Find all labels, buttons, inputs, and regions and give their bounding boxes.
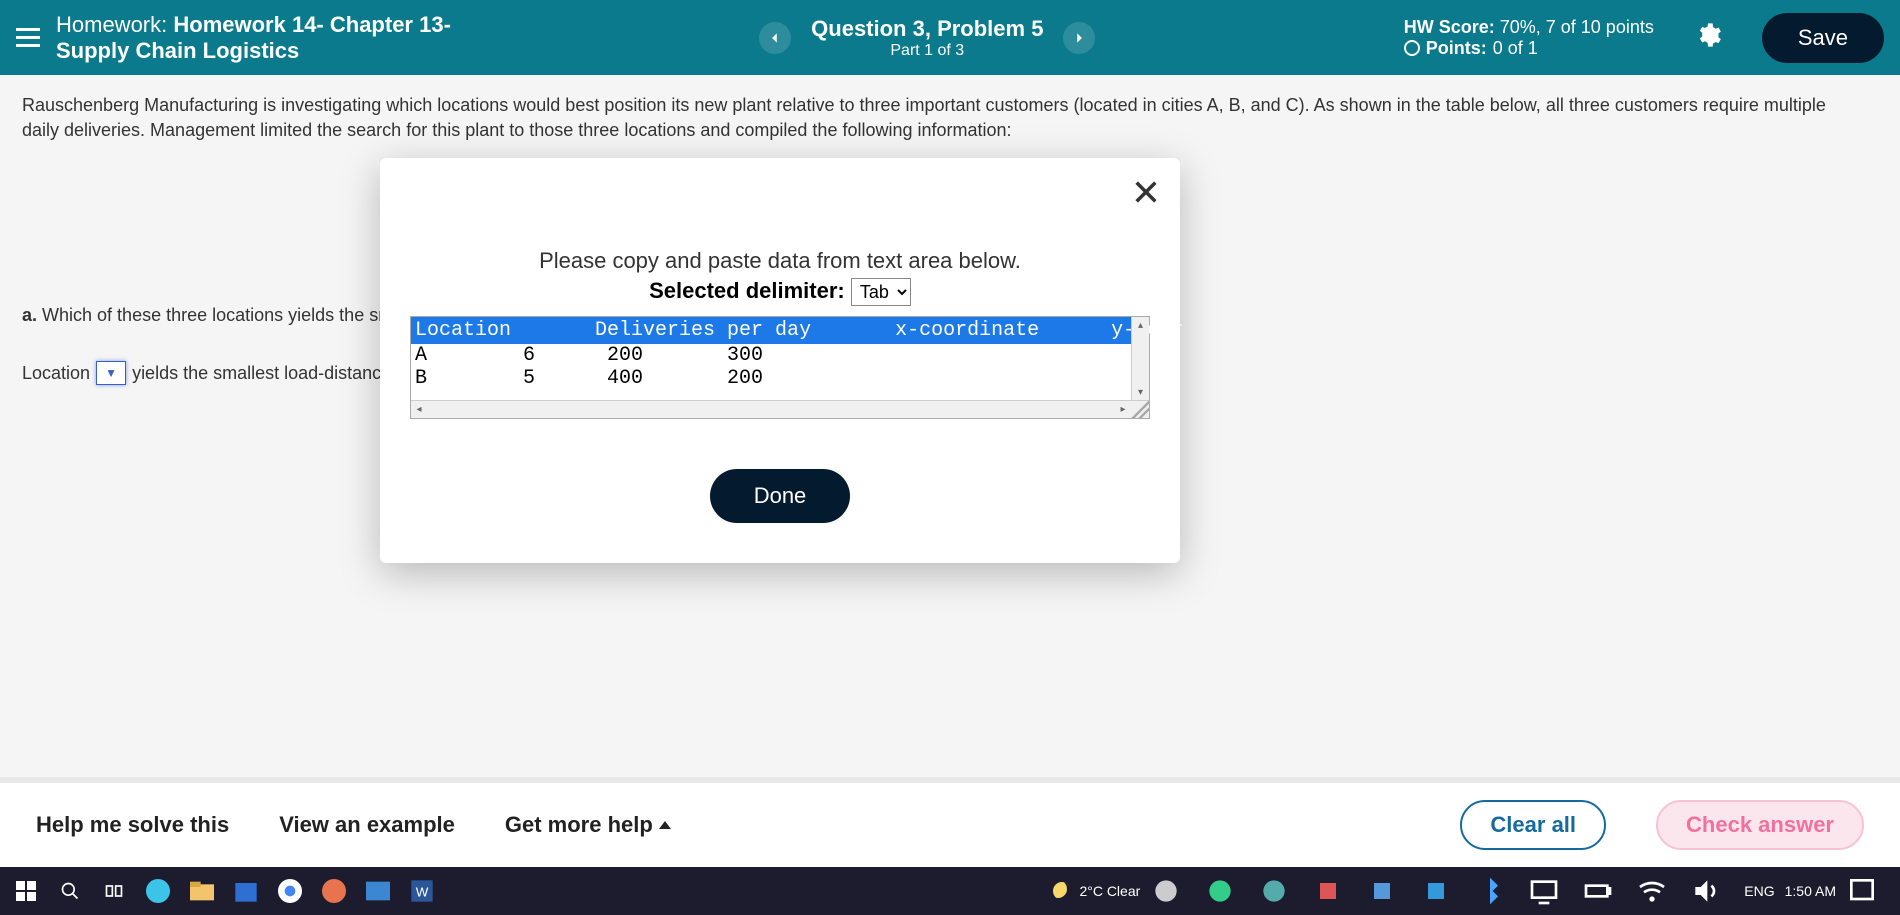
vertical-scrollbar[interactable]: ▴ ▾ [1131, 317, 1149, 400]
data-textarea[interactable]: Location Deliveries per day x-coordinate… [410, 316, 1150, 419]
points-label: Points: [1426, 38, 1487, 59]
points-icon [1404, 40, 1420, 56]
part-a-text: Which of these three locations yields th… [42, 305, 430, 325]
tray-icon-3[interactable] [1258, 875, 1290, 907]
photos-icon[interactable] [362, 875, 394, 907]
volume-icon[interactable] [1690, 875, 1722, 907]
scroll-down-icon[interactable]: ▾ [1132, 384, 1149, 400]
homework-name-line1: Homework 14- Chapter 13- [173, 12, 451, 37]
word-icon[interactable]: W [406, 875, 438, 907]
search-button[interactable] [54, 875, 86, 907]
question-part: Part 1 of 3 [811, 42, 1043, 60]
clock[interactable]: 1:50 AM [1785, 883, 1836, 899]
question-info: Question 3, Problem 5 Part 1 of 3 [811, 16, 1043, 60]
data-modal: Please copy and paste data from text are… [380, 158, 1180, 563]
bluetooth-icon[interactable] [1474, 875, 1506, 907]
check-answer-button[interactable]: Check answer [1656, 800, 1864, 850]
store-icon[interactable] [230, 875, 262, 907]
get-more-help-label: Get more help [505, 812, 653, 838]
notifications-icon[interactable] [1846, 875, 1878, 907]
location-dropdown[interactable]: ▼ [96, 361, 126, 385]
part-a-prefix: a. [22, 305, 37, 325]
modal-instruction: Please copy and paste data from text are… [410, 248, 1150, 274]
wifi-icon[interactable] [1636, 875, 1668, 907]
task-view-button[interactable] [98, 875, 130, 907]
horizontal-scrollbar[interactable]: ◂ ▸ [411, 400, 1149, 418]
close-icon [1132, 193, 1160, 210]
homework-label: Homework: [56, 12, 167, 37]
location-label: Location [22, 361, 90, 386]
menu-icon[interactable] [16, 28, 40, 47]
question-title: Question 3, Problem 5 [811, 16, 1043, 42]
app-header: Homework: Homework 14- Chapter 13- Suppl… [0, 0, 1900, 75]
edge-icon[interactable] [142, 875, 174, 907]
homework-title: Homework: Homework 14- Chapter 13- Suppl… [56, 12, 451, 64]
footer-bar: Help me solve this View an example Get m… [0, 777, 1900, 867]
scroll-right-icon[interactable]: ▸ [1115, 404, 1131, 415]
view-example-link[interactable]: View an example [279, 812, 455, 838]
system-tray: ENG 1:50 AM [1150, 875, 1890, 907]
clear-all-button[interactable]: Clear all [1460, 800, 1606, 850]
delimiter-select[interactable]: Tab [851, 278, 911, 306]
moon-icon [1053, 882, 1071, 900]
settings-button[interactable] [1694, 21, 1722, 54]
homework-name-line2: Supply Chain Logistics [56, 38, 451, 64]
tray-icon-6[interactable] [1420, 875, 1452, 907]
monitor-icon[interactable] [1528, 875, 1560, 907]
points-value: 0 of 1 [1493, 38, 1538, 59]
hw-score-value: 70%, 7 of 10 points [1500, 17, 1654, 37]
caret-up-icon [659, 821, 671, 829]
next-question-button[interactable] [1063, 22, 1095, 54]
score-panel: HW Score: 70%, 7 of 10 points Points: 0 … [1404, 17, 1654, 59]
chrome-icon[interactable] [274, 875, 306, 907]
prev-question-button[interactable] [759, 22, 791, 54]
gear-icon [1694, 36, 1722, 53]
app-icon-1[interactable] [318, 875, 350, 907]
scroll-up-icon[interactable]: ▴ [1132, 317, 1149, 333]
data-body[interactable]: A 6 200 300 B 5 400 200 [411, 344, 1149, 400]
question-nav: Question 3, Problem 5 Part 1 of 3 [451, 16, 1404, 60]
tray-icon-4[interactable] [1312, 875, 1344, 907]
problem-statement: Rauschenberg Manufacturing is investigat… [22, 93, 1852, 143]
help-solve-link[interactable]: Help me solve this [36, 812, 229, 838]
language-indicator[interactable]: ENG [1744, 883, 1774, 899]
data-header-row: Location Deliveries per day x-coordinate… [411, 317, 1149, 344]
svg-text:W: W [416, 884, 429, 899]
battery-icon[interactable] [1582, 875, 1614, 907]
weather-text: 2°C Clear [1079, 883, 1140, 899]
save-button[interactable]: Save [1762, 13, 1884, 63]
resize-handle-icon[interactable] [1131, 400, 1149, 418]
delimiter-label: Selected delimiter: [649, 278, 845, 303]
scroll-left-icon[interactable]: ◂ [411, 404, 427, 415]
tray-icon-5[interactable] [1366, 875, 1398, 907]
tray-icon-2[interactable] [1204, 875, 1236, 907]
get-more-help-link[interactable]: Get more help [505, 812, 671, 838]
close-modal-button[interactable] [1132, 178, 1160, 211]
windows-taskbar: W 2°C Clear ENG 1:50 AM [0, 867, 1900, 915]
hw-score-label: HW Score: [1404, 17, 1495, 37]
tray-icon-1[interactable] [1150, 875, 1182, 907]
weather-widget[interactable]: 2°C Clear [1053, 882, 1140, 900]
file-explorer-icon[interactable] [186, 875, 218, 907]
done-button[interactable]: Done [710, 469, 851, 523]
windows-icon [16, 881, 36, 901]
start-button[interactable] [10, 875, 42, 907]
